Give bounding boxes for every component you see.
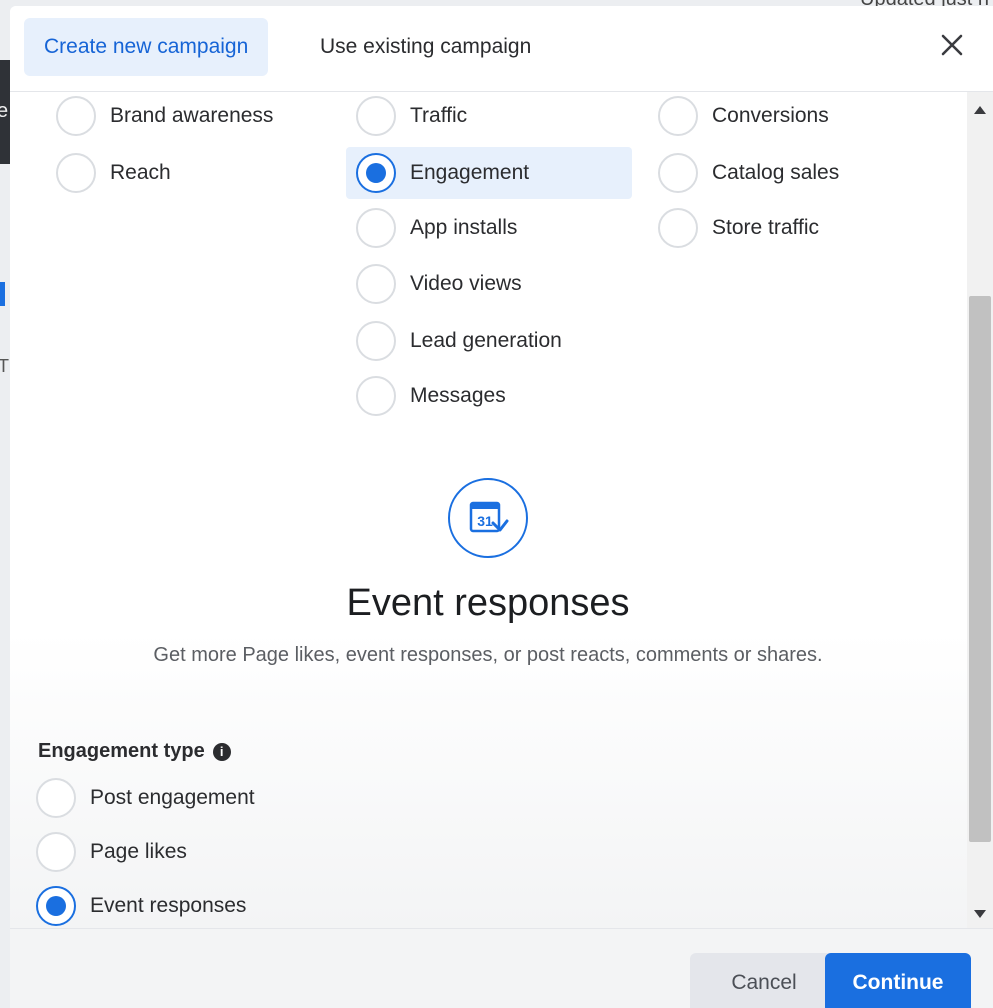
tab-use-existing-campaign[interactable]: Use existing campaign bbox=[300, 18, 551, 76]
objective-label: Reach bbox=[110, 161, 171, 184]
background-blue-marker bbox=[0, 282, 5, 306]
calendar-icon-date: 31 bbox=[477, 513, 493, 529]
objective-lead-generation[interactable]: Lead generation bbox=[346, 315, 562, 367]
objective-label: Catalog sales bbox=[712, 161, 840, 184]
objective-label: Conversions bbox=[712, 104, 829, 127]
radio-button[interactable] bbox=[658, 96, 698, 136]
engagement-option-post-engagement[interactable]: Post engagement bbox=[36, 777, 255, 819]
engagement-type-heading: Engagement type i bbox=[38, 740, 231, 763]
engagement-type-label: Engagement type bbox=[38, 740, 205, 762]
radio-button[interactable] bbox=[36, 778, 76, 818]
objective-detail-title: Event responses bbox=[346, 582, 630, 624]
scrollbar-thumb[interactable] bbox=[969, 296, 991, 842]
radio-button[interactable] bbox=[356, 376, 396, 416]
scroll-down-arrow[interactable] bbox=[967, 902, 993, 926]
cancel-button[interactable]: Cancel bbox=[690, 953, 838, 1008]
radio-button[interactable] bbox=[658, 208, 698, 248]
objective-label: Store traffic bbox=[712, 216, 819, 239]
continue-button[interactable]: Continue bbox=[825, 953, 971, 1008]
radio-button-selected[interactable] bbox=[36, 886, 76, 926]
radio-button[interactable] bbox=[36, 832, 76, 872]
objective-catalog-sales[interactable]: Catalog sales bbox=[648, 147, 839, 199]
objective-messages[interactable]: Messages bbox=[346, 370, 506, 422]
create-campaign-dialog: Create new campaign Use existing campaig… bbox=[10, 6, 993, 1008]
background-edge-text-2: T bbox=[0, 356, 9, 376]
event-icon-circle: 31 bbox=[448, 478, 528, 558]
radio-button[interactable] bbox=[56, 96, 96, 136]
engagement-option-label: Page likes bbox=[90, 840, 187, 863]
engagement-option-label: Post engagement bbox=[90, 786, 255, 809]
triangle-down-icon bbox=[974, 910, 986, 918]
objective-detail-description: Get more Page likes, event responses, or… bbox=[153, 644, 823, 666]
radio-button[interactable] bbox=[356, 208, 396, 248]
objective-store-traffic[interactable]: Store traffic bbox=[648, 202, 819, 254]
background-edge-text: e bbox=[0, 100, 9, 122]
tab-create-new-campaign[interactable]: Create new campaign bbox=[24, 18, 269, 76]
dialog-body: Brand awareness Reach Traffic Engagement… bbox=[10, 92, 993, 928]
objective-video-views[interactable]: Video views bbox=[346, 258, 522, 310]
objective-label: Brand awareness bbox=[110, 104, 274, 127]
calendar-event-icon: 31 bbox=[469, 501, 509, 533]
objective-app-installs[interactable]: App installs bbox=[346, 202, 517, 254]
close-icon bbox=[941, 34, 963, 56]
objective-engagement[interactable]: Engagement bbox=[346, 147, 632, 199]
radio-button[interactable] bbox=[356, 264, 396, 304]
engagement-option-page-likes[interactable]: Page likes bbox=[36, 831, 187, 873]
dialog-header: Create new campaign Use existing campaig… bbox=[10, 6, 993, 92]
radio-button[interactable] bbox=[356, 321, 396, 361]
objective-reach[interactable]: Reach bbox=[46, 147, 171, 199]
objective-label: Messages bbox=[410, 384, 506, 407]
objective-label: Traffic bbox=[410, 104, 468, 127]
close-button[interactable] bbox=[937, 30, 967, 60]
radio-button[interactable] bbox=[56, 153, 96, 193]
dialog-footer: Cancel Continue bbox=[10, 928, 993, 1008]
info-icon[interactable]: i bbox=[212, 742, 231, 761]
radio-button[interactable] bbox=[356, 96, 396, 136]
objective-label: Lead generation bbox=[410, 329, 562, 352]
radio-button-selected[interactable] bbox=[356, 153, 396, 193]
objective-traffic[interactable]: Traffic bbox=[346, 92, 632, 142]
engagement-option-label: Event responses bbox=[90, 894, 247, 917]
scroll-up-arrow[interactable] bbox=[967, 98, 993, 122]
objective-label: App installs bbox=[410, 216, 518, 239]
engagement-option-event-responses[interactable]: Event responses bbox=[36, 885, 246, 927]
objective-brand-awareness[interactable]: Brand awareness bbox=[46, 92, 273, 142]
radio-button[interactable] bbox=[658, 153, 698, 193]
triangle-up-icon bbox=[974, 106, 986, 114]
objective-conversions[interactable]: Conversions bbox=[648, 92, 829, 142]
vertical-scrollbar[interactable] bbox=[967, 92, 993, 928]
objective-label: Video views bbox=[410, 272, 522, 295]
objective-label: Engagement bbox=[410, 161, 530, 184]
